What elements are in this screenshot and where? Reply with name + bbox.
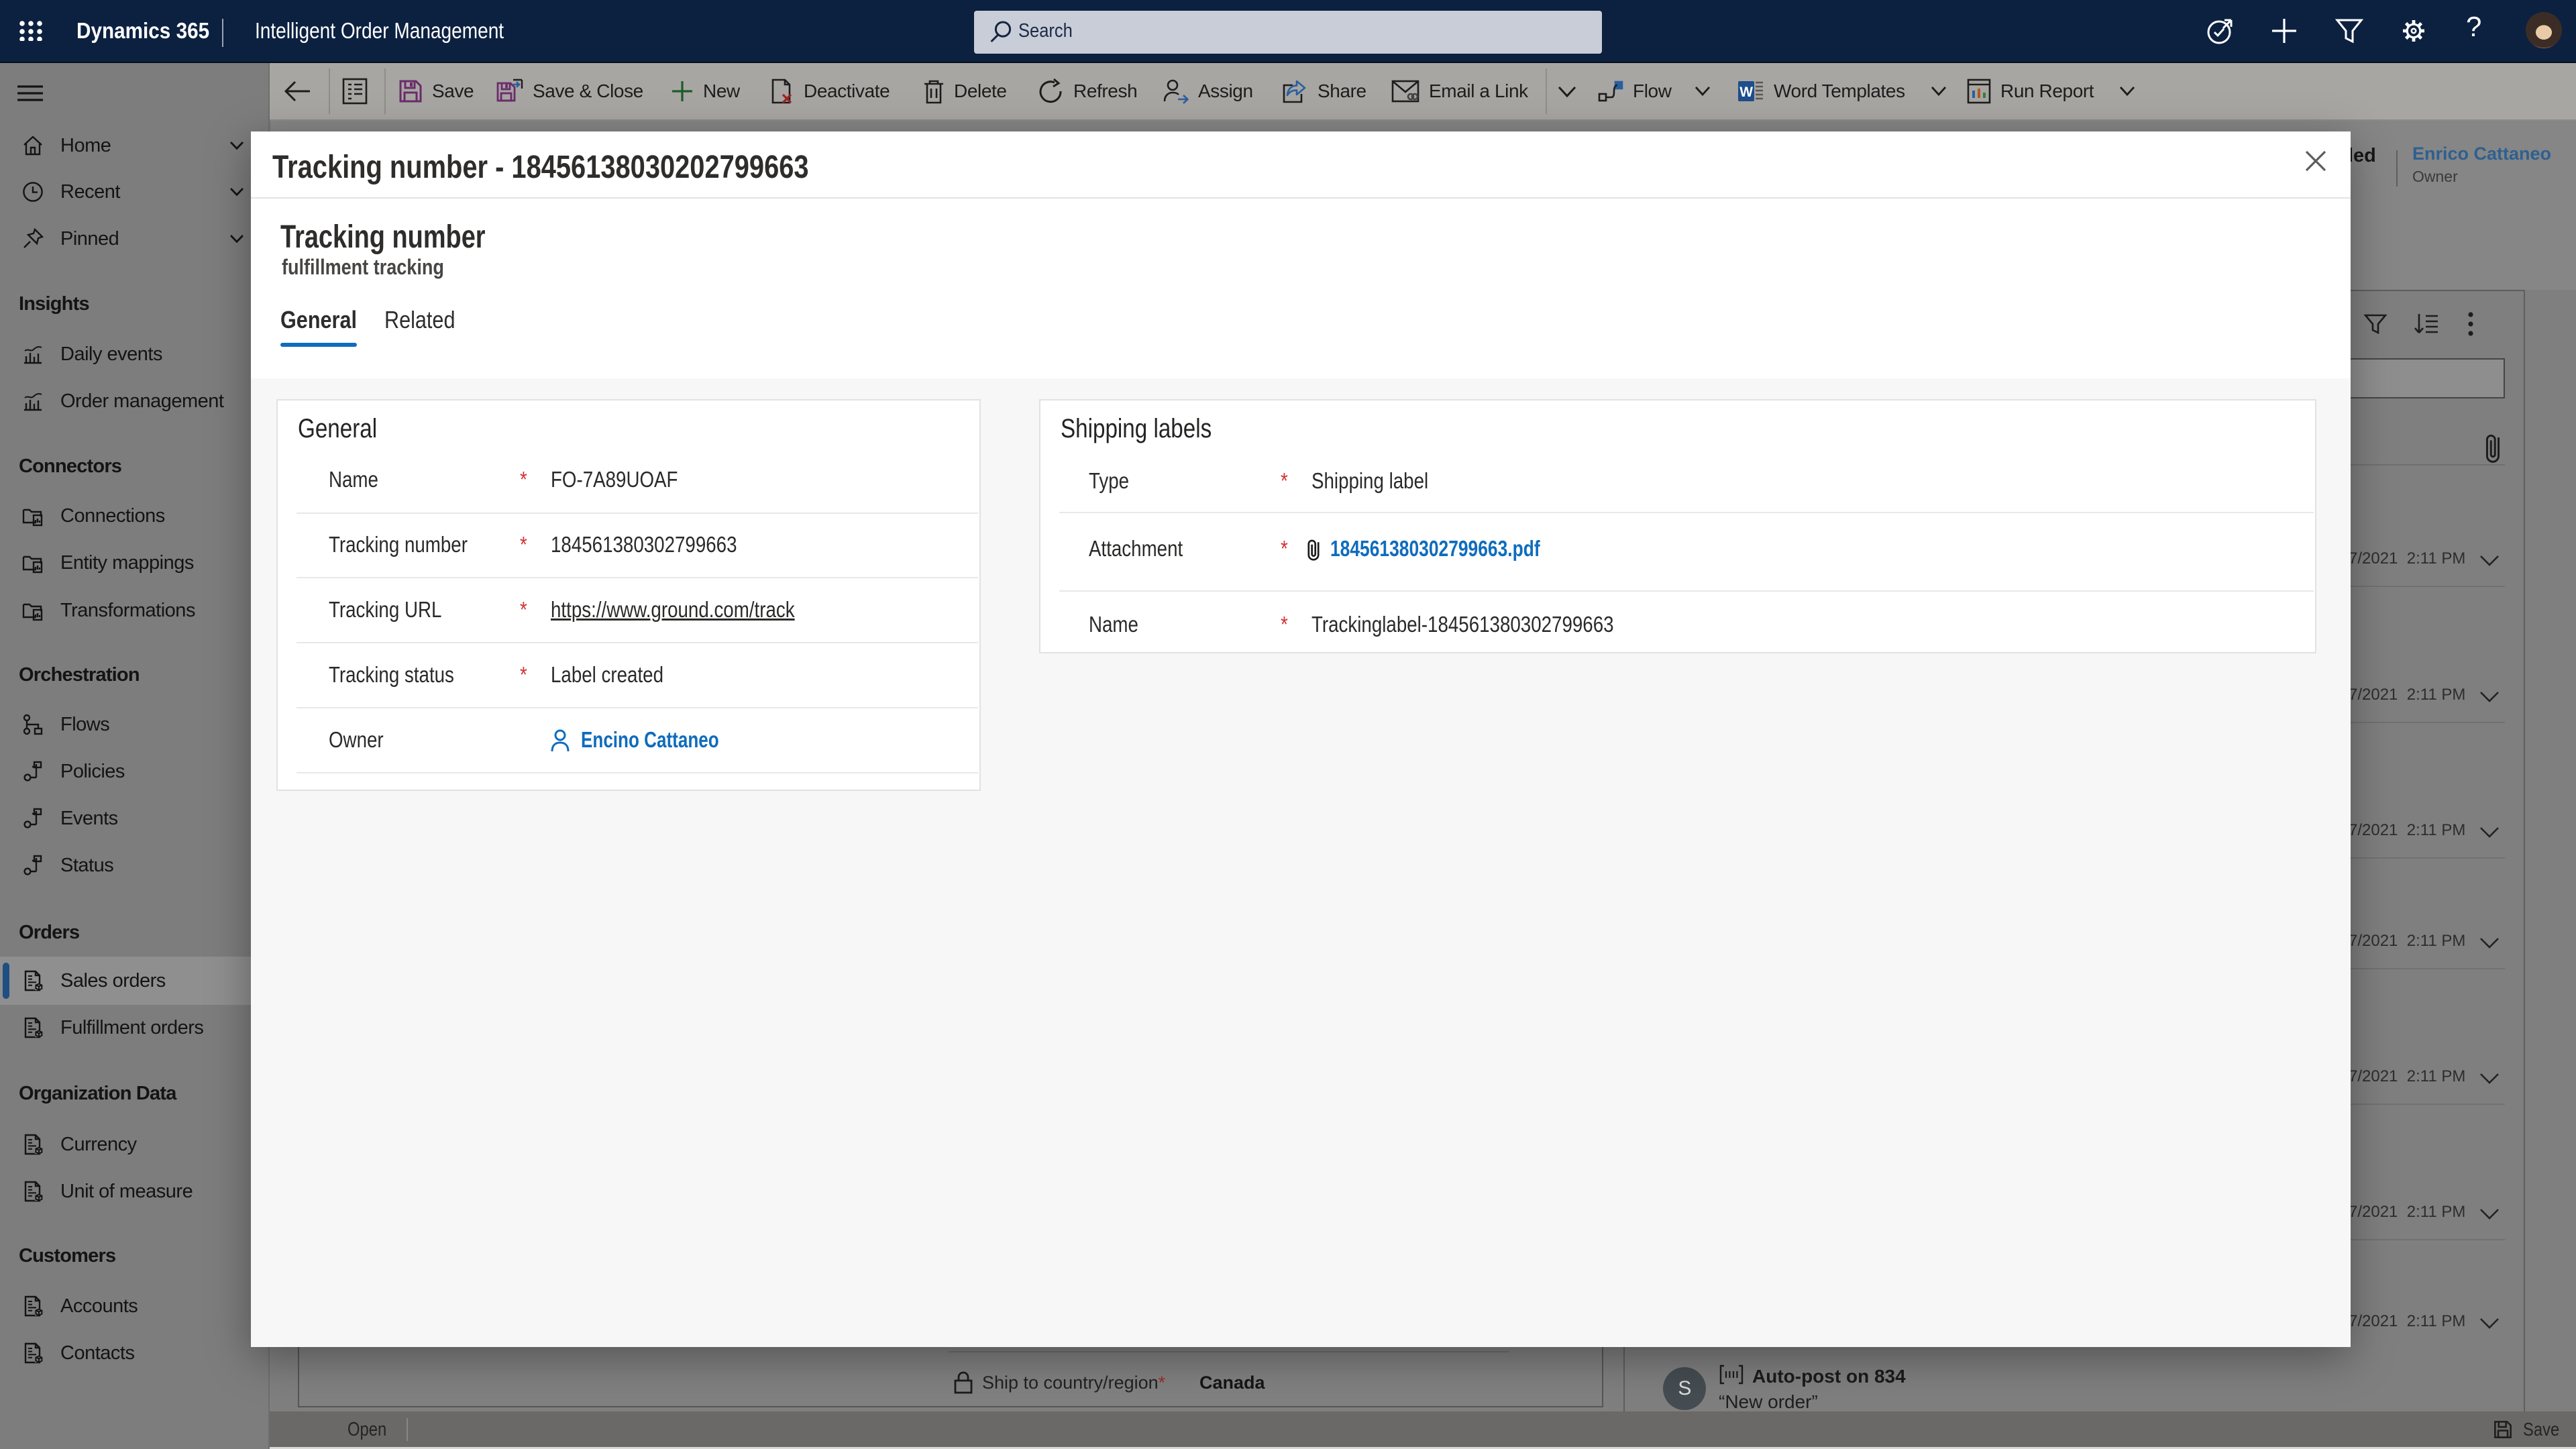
svg-text:W: W: [1739, 85, 1753, 100]
